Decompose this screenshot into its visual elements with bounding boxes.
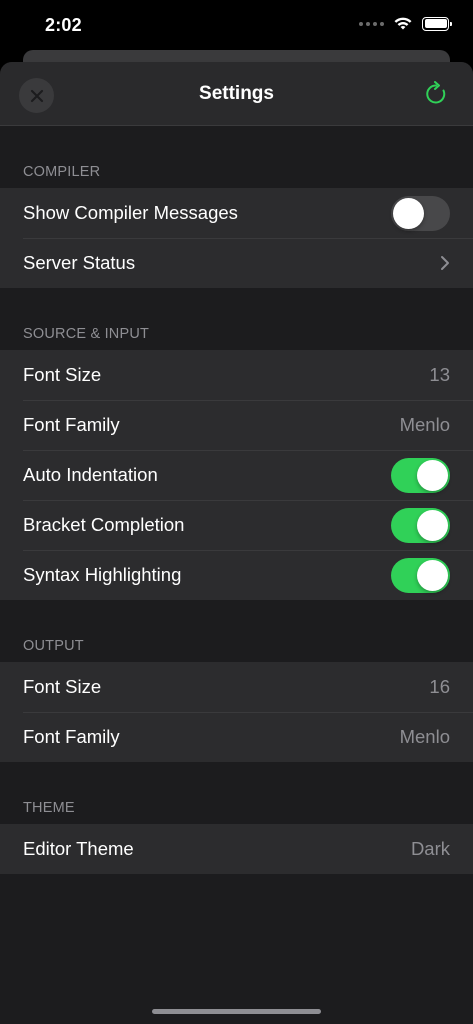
refresh-icon [426,81,446,104]
row-value: Menlo [399,726,450,747]
home-indicator [152,1009,321,1014]
group-output: Font Size 16 Font Family Menlo [0,662,473,762]
status-time: 2:02 [45,15,82,35]
settings-sheet: Settings COMPILER Show Compiler Messages… [0,62,473,1024]
cellular-signal-icon [359,21,384,26]
status-bar: 2:02 [0,0,473,50]
battery-icon [422,16,452,31]
refresh-button[interactable] [421,79,451,109]
row-label: Bracket Completion [23,514,185,535]
row-label: Font Family [23,726,120,747]
row-auto-indentation: Auto Indentation [0,450,473,500]
row-label: Font Family [23,414,120,435]
section-header-source-input: SOURCE & INPUT [23,326,150,342]
row-source-font-family[interactable]: Font Family Menlo [0,400,473,450]
row-server-status[interactable]: Server Status [0,238,473,288]
syntax-highlighting-toggle[interactable] [391,557,450,593]
auto-indentation-toggle[interactable] [391,457,450,493]
bracket-completion-toggle[interactable] [391,507,450,543]
show-compiler-messages-toggle[interactable] [391,195,450,231]
row-output-font-size[interactable]: Font Size 16 [0,662,473,712]
group-theme: Editor Theme Dark [0,824,473,874]
row-label: Syntax Highlighting [23,564,182,585]
row-bracket-completion: Bracket Completion [0,500,473,550]
status-icons [359,16,452,31]
section-header-compiler: COMPILER [23,164,101,180]
row-label: Server Status [23,252,136,273]
row-label: Show Compiler Messages [23,202,238,223]
row-value: Dark [410,838,450,859]
group-source-input: Font Size 13 Font Family Menlo Auto Inde… [0,350,473,600]
chevron-right-icon [441,256,449,270]
row-value: 16 [429,676,450,697]
row-label: Font Size [23,676,102,697]
row-editor-theme[interactable]: Editor Theme Dark [0,824,473,874]
row-output-font-family[interactable]: Font Family Menlo [0,712,473,762]
row-label: Editor Theme [23,838,134,859]
row-label: Auto Indentation [23,464,158,485]
section-header-output: OUTPUT [23,638,84,654]
row-source-font-size[interactable]: Font Size 13 [0,350,473,400]
row-value: Menlo [399,414,450,435]
wifi-icon [394,17,412,30]
group-compiler: Show Compiler Messages Server Status [0,188,473,288]
row-label: Font Size [23,364,102,385]
row-syntax-highlighting: Syntax Highlighting [0,550,473,600]
row-value: 13 [429,364,450,385]
page-title: Settings [199,83,274,104]
section-header-theme: THEME [23,800,75,816]
navigation-bar: Settings [0,62,473,126]
row-show-compiler-messages: Show Compiler Messages [0,188,473,238]
